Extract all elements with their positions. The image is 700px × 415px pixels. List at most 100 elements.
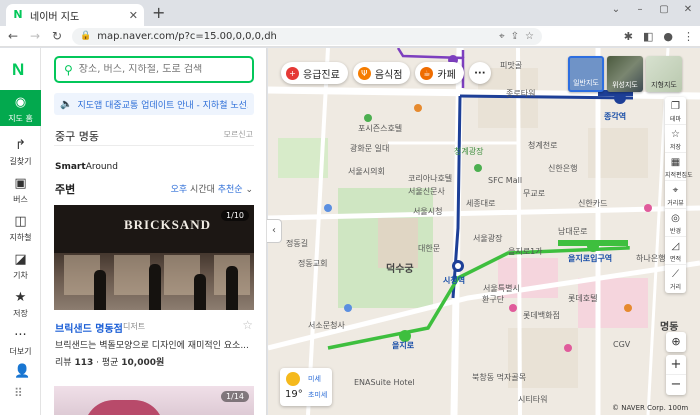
user-icon[interactable]: 👤 [14,364,30,379]
save-star-icon[interactable]: ☆ [242,318,253,332]
naver-logo[interactable]: N [12,60,24,80]
rail-item-bus[interactable]: ▣ 버스 [0,176,41,212]
browser-tab-bar: N 네이버 지도 ✕ + ⌄ – ▢ ✕ [0,0,700,26]
bookmark-star-icon[interactable]: ☆ [525,31,534,42]
new-tab-button[interactable]: + [152,5,165,21]
map-label: ENASuite Hotel [354,378,415,387]
rail-item-map-home[interactable]: ◉ 지도 홈 [0,90,41,126]
map-label: 서울시청 [413,207,443,216]
pin-icon: ⌖ [672,185,679,196]
tool-distance[interactable]: ⟋ 거리 [665,265,686,293]
rail-item-train[interactable]: ◪ 기차 [0,252,41,288]
close-window-icon[interactable]: ✕ [680,3,696,17]
poi-dot [564,344,572,352]
chip-label: 카페 [437,69,456,81]
tool-radius[interactable]: ◎ 반경 [665,209,686,237]
search-box[interactable]: ⚲ [54,56,254,83]
location-permission-icon[interactable]: ⌖ [499,31,505,42]
smart-rest: Around [85,162,118,172]
profile-icon[interactable]: ● [663,30,673,43]
tool-label: 저장 [669,144,682,151]
chip-restaurant[interactable]: Ψ 음식점 [352,62,411,84]
place-description: 브릭샌드는 벽돌모양으로 디자인에 재미적인 요소... [55,341,249,351]
tool-streetview[interactable]: ⌖ 거리뷰 [665,181,686,209]
panel-collapse-button[interactable]: ‹ [267,219,282,243]
place-photo-2[interactable]: 1/14 [54,386,254,415]
map-type-satellite[interactable]: 위성지도 [607,56,643,92]
review-label: 리뷰 [55,358,72,368]
nearby-time-prefix: 오후 [170,185,188,195]
tool-label: 지적편집도 [665,172,693,179]
notice-banner[interactable]: 🔈 지도앱 대중교통 업데이트 안내 - 지하철 노선... [54,93,254,115]
map-type-terrain[interactable]: 지형지도 [646,56,682,92]
place-name-link[interactable]: 브릭샌드 명동점 [55,320,123,335]
train-icon: ◪ [14,252,27,267]
extensions-icon[interactable]: ✱ [624,30,633,43]
side-panel: ⚲ 🔈 지도앱 대중교통 업데이트 안내 - 지하철 노선... 중구 명동 모… [41,48,267,415]
back-icon[interactable]: ← [6,29,20,43]
map-type-normal[interactable]: 일반지도 [568,56,604,92]
map-label: 피맛골 [500,61,523,70]
zoom-in-button[interactable]: + [666,355,686,375]
address-url[interactable]: map.naver.com/p?c=15.00,0,0,0,dh [97,31,493,42]
tool-theme[interactable]: ❐ 테마 [665,97,686,125]
rail-label: 더보기 [9,347,32,356]
tool-area[interactable]: ◿ 면적 [665,237,686,265]
chip-emergency[interactable]: + 응급진료 [281,62,348,84]
crosshair-icon: ⊕ [671,335,681,348]
photo-counter: 1/14 [221,391,249,402]
chip-cafe[interactable]: ☕ 카페 [415,62,464,84]
tool-cadastral[interactable]: ▦ 지적편집도 [665,153,693,181]
nearby-time-suffix: 추천순 [217,185,243,195]
side-panel-icon[interactable]: ◧ [643,30,653,43]
current-location-button[interactable]: ⊕ [666,332,686,352]
zoom-out-button[interactable]: − [666,375,686,395]
place-photo[interactable]: BRICKSAND 1/10 [54,205,254,310]
location-reset-link[interactable]: 모르신고 [224,129,253,140]
map-label: 서울시의회 [348,167,385,176]
map-label: 을지로입구역 [568,254,613,263]
browser-tab[interactable]: N 네이버 지도 ✕ [6,4,144,26]
rail-item-directions[interactable]: ↱ 길찾기 [0,138,41,174]
map-label: 남대문로 [558,227,588,236]
map-label: 무교로 [523,189,546,198]
rail-label: 저장 [13,309,28,318]
grid-icon: ▦ [670,157,681,168]
tool-save[interactable]: ☆ 저장 [665,125,686,153]
map-label: 종로타워 [506,89,536,98]
rail-item-saved[interactable]: ★ 저장 [0,290,41,326]
window-chevron-icon[interactable]: ⌄ [608,3,624,17]
address-bar[interactable]: 🔒 map.naver.com/p?c=15.00,0,0,0,dh ⌖ ⇪ ☆ [72,27,542,45]
forward-icon[interactable]: → [28,29,42,43]
poi-dot [474,164,482,172]
nearby-heading: 주변 [55,183,76,196]
menu-kebab-icon[interactable]: ⋮ [683,30,694,43]
map-label: 종각역 [604,112,627,121]
reload-icon[interactable]: ↻ [50,29,64,43]
weather-widget[interactable]: 19° 미세 초미세 [280,368,332,406]
zoom-control: + − [666,355,686,395]
lock-icon[interactable]: 🔒 [80,31,91,41]
divider [54,145,254,146]
maximize-icon[interactable]: ▢ [656,3,672,17]
tab-close-icon[interactable]: ✕ [129,9,138,22]
person-silhouette [94,270,106,310]
tab-title: 네이버 지도 [30,11,80,23]
nearby-sort-dropdown[interactable]: 오후 시간대 추천순 ⌄ [171,182,253,195]
map-label: 환구단 [482,295,505,304]
chip-more-button[interactable]: ··· [468,62,491,84]
share-icon[interactable]: ⇪ [511,31,519,42]
poi-dot [414,104,422,112]
map-graphics [268,48,700,415]
smart-around-title: SmartAround [55,162,118,172]
map-canvas[interactable]: 포시즌스호텔 서울시의회 피맛골 종각역 종로타워 청계광장 SFC Mall … [268,48,700,415]
price-label: 평균 [101,358,119,368]
minimize-icon[interactable]: – [632,3,648,17]
search-input[interactable] [78,64,239,75]
apps-grid-icon[interactable]: ⠿ [14,386,23,400]
station-marker [614,92,626,104]
tool-label: 테마 [669,116,682,123]
rail-item-more[interactable]: ··· 더보기 [0,328,41,364]
rail-item-subway[interactable]: ◫ 지하철 [0,214,41,250]
map-type-label: 지형지도 [651,81,677,89]
